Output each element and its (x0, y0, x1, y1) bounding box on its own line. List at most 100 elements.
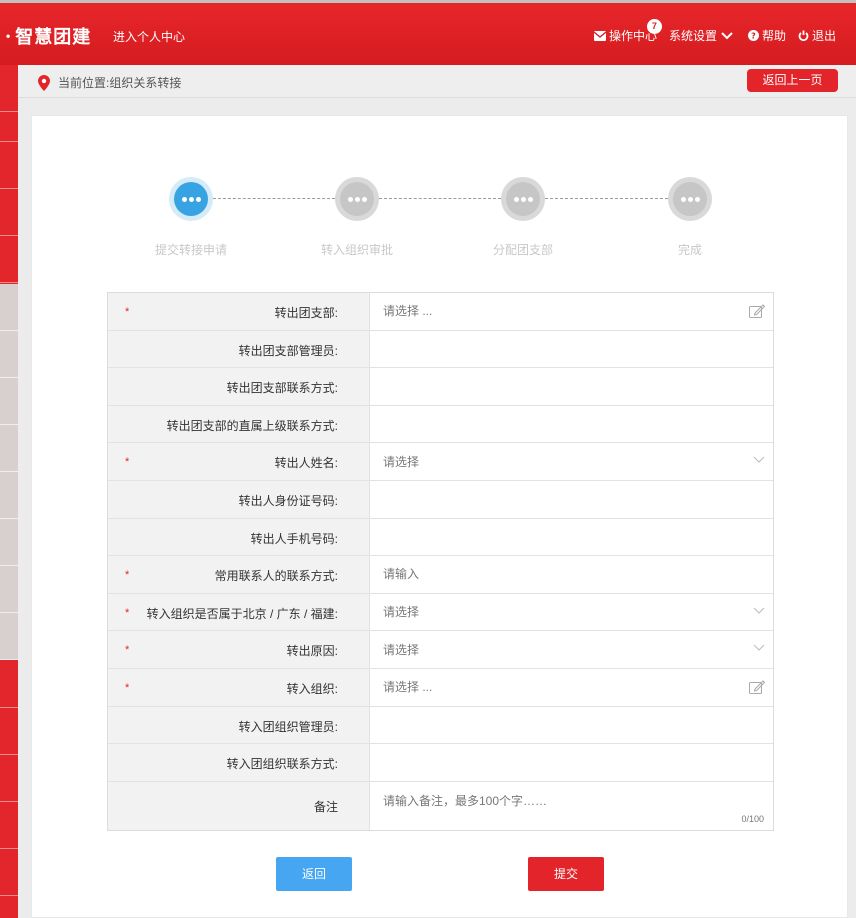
form-label-cell: * 转出团支部: (108, 293, 370, 330)
power-icon (798, 30, 809, 41)
sidebar-item[interactable] (0, 802, 18, 849)
form-row-common-contact: * 常用联系人的联系方式: (108, 556, 773, 594)
transfer-form: * 转出团支部: 转出团支部管理员: 转出团支部联系方式: 转出团支部的直属上级… (107, 292, 774, 831)
form-row-target-org: * 转入组织: (108, 668, 773, 707)
sidebar-item[interactable] (0, 189, 18, 236)
required-mark: * (125, 569, 130, 582)
form-row-remark: 备注 0/100 (108, 781, 773, 830)
superior-contact-input[interactable] (370, 405, 773, 443)
required-mark: * (125, 681, 130, 694)
step-2-label: 转入组织审批 (320, 243, 393, 257)
settings-label: 系统设置 (668, 29, 717, 43)
target-contact-input[interactable] (370, 744, 773, 781)
personal-center-link[interactable]: 进入个人中心 (113, 28, 185, 45)
sidebar-item[interactable] (0, 613, 18, 660)
breadcrumb: 当前位置:组织关系转接 (38, 74, 181, 91)
step-4-label: 完成 (677, 243, 702, 257)
step-1-label: 提交转接申请 (154, 243, 227, 257)
remark-field: 0/100 (370, 781, 773, 830)
form-label-cell: 备注 (108, 781, 370, 830)
sidebar-item[interactable] (0, 142, 18, 189)
form-label-cell: 转出团支部的直属上级联系方式: (108, 405, 370, 443)
superior-contact-field (370, 405, 773, 443)
required-mark: * (125, 456, 130, 469)
step-2-indicator (335, 177, 379, 221)
target-org-input[interactable] (370, 668, 773, 706)
ellipsis-icon (347, 196, 368, 202)
form-row-region-check: * 转入组织是否属于北京 / 广东 / 福建: (108, 593, 773, 632)
breadcrumb-bar: 当前位置:组织关系转接 返回上一页 (18, 65, 856, 98)
back-previous-page-button[interactable]: 返回上一页 (747, 69, 838, 92)
phone-input[interactable] (370, 518, 773, 556)
sidebar-item[interactable] (0, 755, 18, 802)
edit-icon[interactable] (749, 680, 765, 694)
sidebar-item[interactable] (0, 661, 18, 708)
submit-button[interactable]: 提交 (528, 857, 604, 891)
form-label-cell: 转出团支部联系方式: (108, 368, 370, 405)
settings-menu[interactable]: 系统设置 (669, 27, 736, 44)
out-branch-input[interactable] (370, 293, 773, 330)
sidebar-item[interactable] (0, 708, 18, 755)
ops-center-link[interactable]: 操作中心 7 (593, 19, 662, 44)
ellipsis-icon (181, 196, 202, 202)
back-button[interactable]: 返回 (276, 857, 352, 891)
remark-textarea[interactable] (370, 781, 773, 830)
breadcrumb-text: 当前位置:组织关系转接 (58, 76, 182, 90)
common-contact-field (370, 556, 773, 593)
form-row-reason: * 转出原因: (108, 631, 773, 669)
form-row-target-contact: 转入团组织联系方式: (108, 744, 773, 782)
step-1-indicator (169, 177, 213, 221)
out-branch-admin-field (370, 330, 773, 368)
out-branch-field (370, 293, 773, 330)
sidebar-item[interactable] (0, 284, 18, 331)
reason-select[interactable] (370, 631, 773, 668)
superior-contact-label: 转出团支部的直属上级联系方式: (166, 418, 338, 433)
person-name-label: 转出人姓名: (274, 456, 338, 471)
sidebar-item[interactable] (0, 95, 18, 142)
form-label-cell: * 转入组织: (108, 668, 370, 706)
brand-logo[interactable]: • 智慧团建 (6, 23, 91, 49)
sidebar-item[interactable] (0, 472, 18, 519)
help-link[interactable]: ? 帮助 (747, 27, 786, 44)
form-row-out-branch: * 转出团支部: (108, 293, 773, 331)
form-label-cell: 转出人手机号码: (108, 518, 370, 556)
ellipsis-icon (513, 196, 534, 202)
form-label-cell: * 转入组织是否属于北京 / 广东 / 福建: (108, 593, 370, 631)
target-admin-label: 转入团组织管理员: (238, 719, 338, 734)
content-card: 提交转接申请 转入组织审批 分配团支部 完成 * 转出团支部: 转出团支部管理员… (31, 115, 848, 918)
person-name-select[interactable] (370, 443, 773, 480)
out-branch-label: 转出团支部: (274, 306, 338, 320)
form-row-superior-contact: 转出团支部的直属上级联系方式: (108, 405, 773, 444)
sidebar-item[interactable] (0, 566, 18, 613)
out-branch-contact-input[interactable] (370, 368, 773, 405)
notification-badge: 7 (646, 19, 662, 34)
chevron-down-icon (753, 644, 765, 652)
out-branch-admin-input[interactable] (370, 330, 773, 368)
form-label-cell: * 转出原因: (108, 631, 370, 668)
step-3-label: 分配团支部 (492, 243, 553, 257)
region-check-select[interactable] (370, 593, 773, 631)
ellipsis-icon (680, 196, 701, 202)
region-check-field (370, 593, 773, 631)
form-row-phone: 转出人手机号码: (108, 518, 773, 557)
target-org-label: 转入组织: (286, 681, 338, 696)
chevron-down-icon (753, 607, 765, 614)
form-row-out-branch-admin: 转出团支部管理员: (108, 330, 773, 369)
sidebar-item[interactable] (0, 425, 18, 472)
char-counter: 0/100 (741, 813, 764, 824)
sidebar-item[interactable] (0, 236, 18, 283)
common-contact-input[interactable] (370, 556, 773, 593)
id-number-input[interactable] (370, 480, 773, 518)
sidebar-item[interactable] (0, 331, 18, 378)
sidebar-item[interactable] (0, 519, 18, 566)
target-contact-label: 转入团组织联系方式: (226, 757, 338, 772)
sidebar-item[interactable] (0, 849, 18, 896)
required-mark: * (125, 644, 130, 657)
form-label-cell: * 转出人姓名: (108, 443, 370, 480)
edit-icon[interactable] (749, 304, 765, 318)
mail-icon (593, 30, 606, 41)
logout-link[interactable]: 退出 (798, 27, 836, 44)
sidebar-item[interactable] (0, 378, 18, 425)
target-admin-input[interactable] (370, 706, 773, 744)
chevron-down-icon (721, 31, 733, 39)
